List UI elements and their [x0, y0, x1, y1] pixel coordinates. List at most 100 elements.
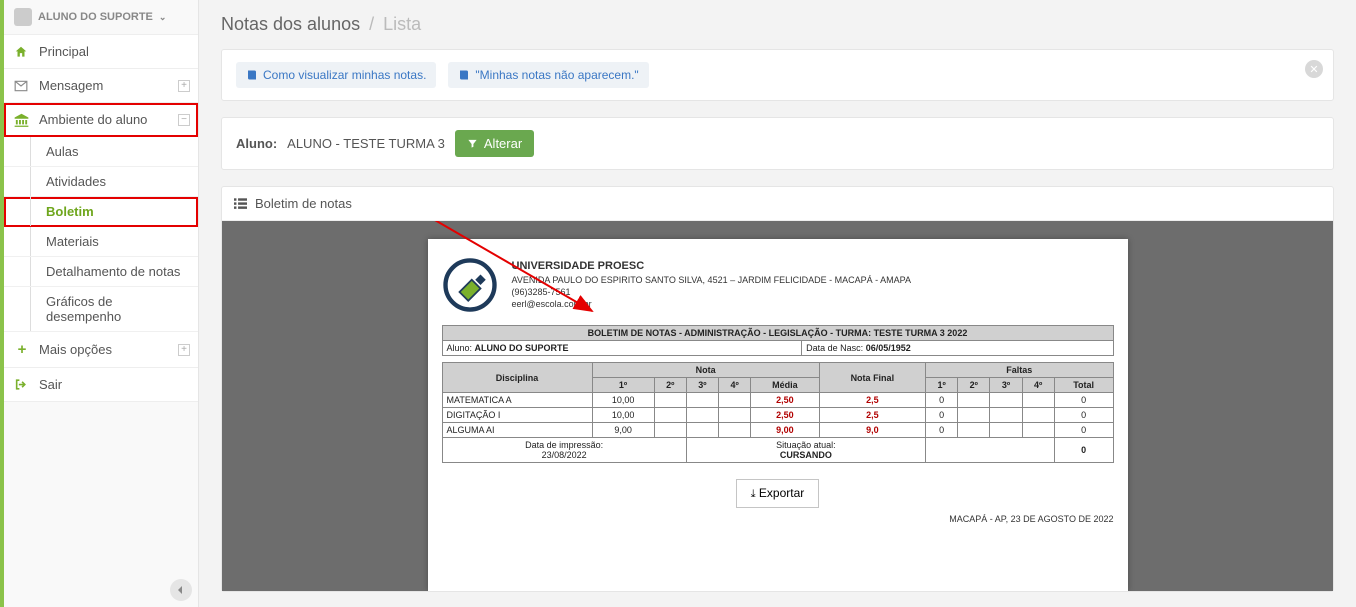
user-menu[interactable]: ALUNO DO SUPORTE ⌄	[4, 0, 198, 35]
cell	[654, 393, 686, 408]
sidebar-sub-graficos[interactable]: Gráficos de desempenho	[4, 287, 198, 332]
cell	[990, 408, 1022, 423]
cell: 0	[1054, 408, 1113, 423]
sidebar-sub-aulas[interactable]: Aulas	[4, 137, 198, 167]
sidebar-sub-materiais[interactable]: Materiais	[4, 227, 198, 257]
print-val: 23/08/2022	[542, 450, 587, 460]
report-header: UNIVERSIDADE PROESC AVENIDA PAULO DO ESP…	[442, 257, 1114, 313]
plus-icon: +	[14, 341, 30, 358]
user-name: ALUNO DO SUPORTE	[38, 11, 153, 23]
cell	[1022, 408, 1054, 423]
cell-final: 9,0	[819, 423, 925, 438]
nasc-label: Data de Nasc:	[806, 343, 863, 353]
cell: 0	[1054, 423, 1113, 438]
help-link-nao-aparecem[interactable]: "Minhas notas não aparecem."	[448, 62, 648, 88]
cell	[958, 423, 990, 438]
cell: 10,00	[592, 393, 654, 408]
card-body: UNIVERSIDADE PROESC AVENIDA PAULO DO ESP…	[222, 221, 1333, 591]
aluno-name: ALUNO DO SUPORTE	[475, 343, 569, 353]
breadcrumb-sep: /	[369, 14, 374, 34]
cell	[686, 423, 718, 438]
sidebar-label: Mais opções	[39, 342, 112, 357]
sidebar-item-mais[interactable]: + Mais opções +	[4, 332, 198, 368]
cell	[719, 393, 751, 408]
col-disciplina: Disciplina	[442, 363, 592, 393]
cell	[686, 393, 718, 408]
school-name: UNIVERSIDADE PROESC	[512, 260, 645, 272]
help-link-visualizar[interactable]: Como visualizar minhas notas.	[236, 62, 436, 88]
col-nota: Nota	[592, 363, 819, 378]
cell: 0	[1054, 393, 1113, 408]
cell	[719, 423, 751, 438]
sidebar-sub-boletim[interactable]: Boletim	[4, 197, 198, 227]
cell-final: 2,5	[819, 408, 925, 423]
cell: 10,00	[592, 408, 654, 423]
col-f2: 2º	[958, 378, 990, 393]
cell	[1022, 393, 1054, 408]
report-title-table: BOLETIM DE NOTAS - ADMINISTRAÇÃO - LEGIS…	[442, 325, 1114, 356]
mail-icon	[14, 80, 30, 92]
student-label: Aluno:	[236, 136, 277, 151]
cell	[990, 393, 1022, 408]
cell-media: 2,50	[751, 393, 819, 408]
report-footer: MACAPÁ - AP, 23 DE AGOSTO DE 2022	[442, 514, 1114, 524]
book-icon	[458, 69, 470, 81]
export-icon: ⤓	[751, 488, 756, 500]
breadcrumb-title: Notas dos alunos	[221, 14, 360, 34]
sidebar-item-ambiente[interactable]: Ambiente do aluno −	[4, 103, 198, 137]
col-f3: 3º	[990, 378, 1022, 393]
chevron-down-icon: ⌄	[159, 12, 167, 23]
sidebar-item-mensagem[interactable]: Mensagem +	[4, 69, 198, 103]
table-row: ALGUMA AI 9,00 9,009,0 00	[442, 423, 1113, 438]
cell-media: 9,00	[751, 423, 819, 438]
cell	[958, 408, 990, 423]
cell	[1022, 423, 1054, 438]
sidebar-label: Ambiente do aluno	[39, 112, 147, 127]
sidebar-label: Mensagem	[39, 78, 103, 93]
school-logo-icon	[442, 257, 498, 313]
report-page: UNIVERSIDADE PROESC AVENIDA PAULO DO ESP…	[428, 239, 1128, 591]
breadcrumb: Notas dos alunos / Lista	[221, 14, 1334, 35]
cell: 0	[926, 423, 958, 438]
student-name: ALUNO - TESTE TURMA 3	[287, 136, 445, 151]
close-icon[interactable]: ✕	[1305, 60, 1323, 78]
cell-disc: ALGUMA AI	[442, 423, 592, 438]
col-f4: 4º	[1022, 378, 1054, 393]
collapse-icon: −	[178, 114, 190, 126]
cell	[990, 423, 1022, 438]
cell-final: 2,5	[819, 393, 925, 408]
collapse-sidebar-icon[interactable]	[170, 579, 192, 601]
export-button[interactable]: ⤓ Exportar	[736, 479, 820, 508]
card-header: Boletim de notas	[222, 187, 1333, 221]
print-label: Data de impressão:	[525, 440, 603, 450]
sit-label: Situação atual:	[776, 440, 836, 450]
report-title: BOLETIM DE NOTAS - ADMINISTRAÇÃO - LEGIS…	[442, 326, 1113, 341]
sidebar-sub-atividades[interactable]: Atividades	[4, 167, 198, 197]
alterar-button[interactable]: Alterar	[455, 130, 534, 157]
help-link-label: Como visualizar minhas notas.	[263, 68, 426, 82]
col-f1: 1º	[926, 378, 958, 393]
filter-icon	[467, 138, 478, 149]
export-label: Exportar	[759, 486, 804, 500]
boletim-card: Boletim de notas UNIVERSIDADE PROESC AVE…	[221, 186, 1334, 592]
sidebar-item-sair[interactable]: Sair	[4, 368, 198, 402]
book-icon	[246, 69, 258, 81]
home-icon	[14, 45, 30, 59]
sidebar-sub-detalhamento[interactable]: Detalhamento de notas	[4, 257, 198, 287]
total-faltas: 0	[1081, 445, 1086, 455]
cell	[719, 408, 751, 423]
cell-disc: DIGITAÇÃO I	[442, 408, 592, 423]
col-p2: 2º	[654, 378, 686, 393]
cell	[654, 423, 686, 438]
table-row: DIGITAÇÃO I 10,00 2,502,5 00	[442, 408, 1113, 423]
sidebar-item-principal[interactable]: Principal	[4, 35, 198, 69]
expand-icon: +	[178, 80, 190, 92]
col-p4: 4º	[719, 378, 751, 393]
col-media: Média	[751, 378, 819, 393]
cell: 9,00	[592, 423, 654, 438]
logout-icon	[14, 378, 30, 391]
grades-table: Disciplina Nota Nota Final Faltas 1º 2º …	[442, 362, 1114, 463]
col-p1: 1º	[592, 378, 654, 393]
school-email: eerl@escola.com.br	[512, 299, 592, 309]
col-total: Total	[1054, 378, 1113, 393]
